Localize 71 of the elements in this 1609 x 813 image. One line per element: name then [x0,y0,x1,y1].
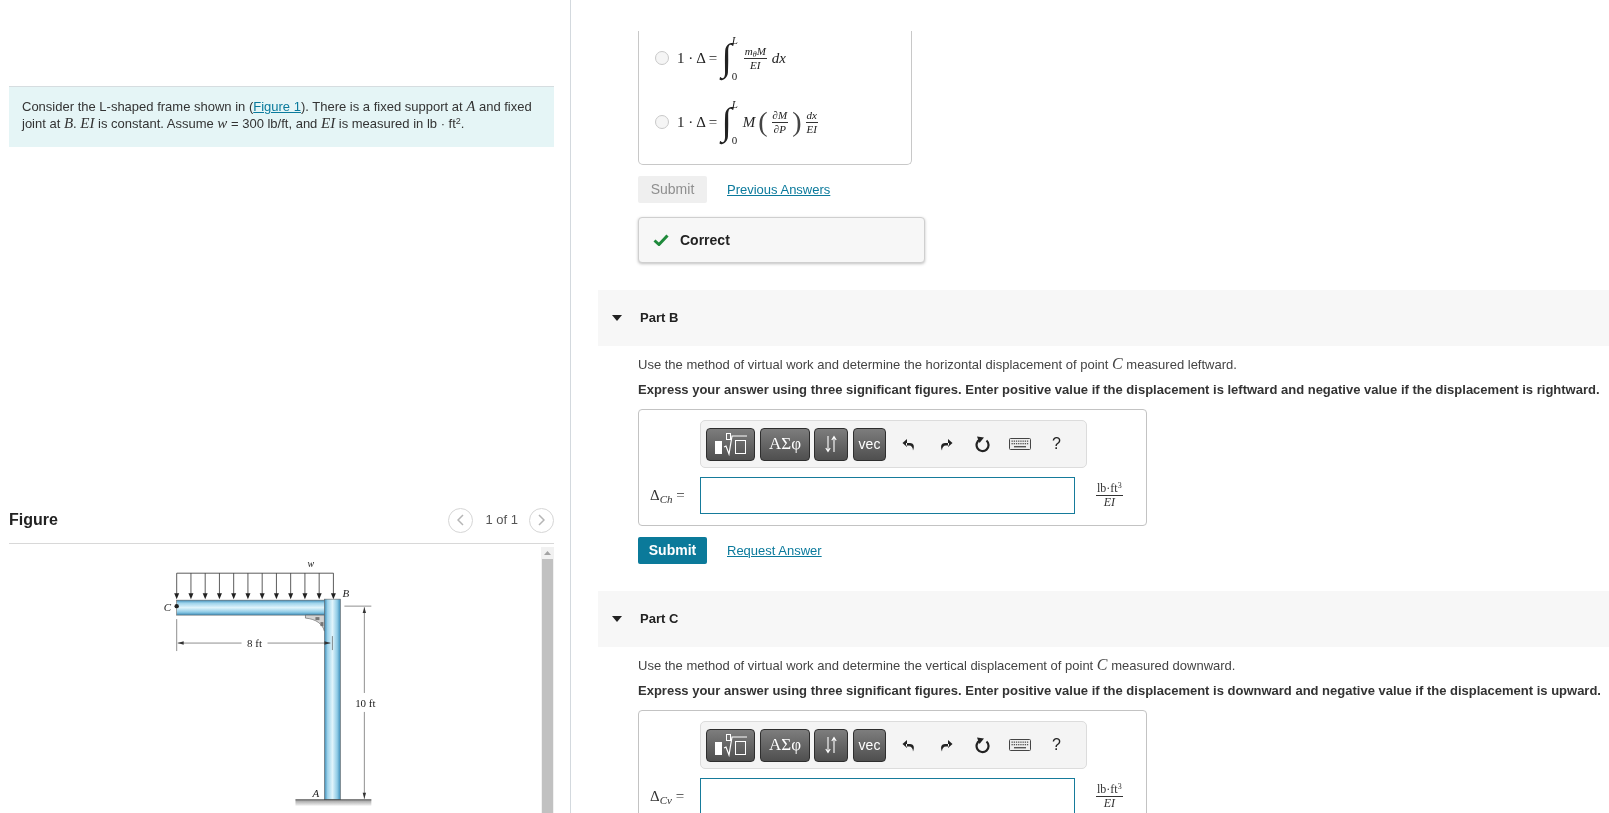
chevron-left-icon [457,514,465,526]
part-header[interactable]: Part C [598,591,1609,647]
fraction-root-template-icon [713,432,748,456]
answer-label: Δ$_{Ch}$ = [650,486,686,507]
undo-icon [901,437,916,451]
template-button[interactable] [706,728,755,762]
scrollbar-thumb[interactable] [542,559,553,813]
up-down-arrows-icon [825,435,837,453]
symbols-button[interactable]: ΑΣφ [760,728,810,762]
extension-line [344,605,372,607]
check-icon [653,234,669,246]
load-arrow [316,572,322,600]
answer-label: Δ$_{Cv}$ = [650,787,686,808]
redo-icon [938,437,953,451]
symbols-button[interactable]: ΑΣφ [760,427,810,461]
fraction-root-template-icon [713,733,748,757]
point-label: B [342,587,350,600]
template-button[interactable] [706,427,755,461]
answer-input[interactable] [700,477,1075,514]
answer-link[interactable]: Previous Answers [727,179,831,200]
reset-icon [974,736,991,754]
undo-icon [901,738,916,752]
connection-bracket [305,614,325,632]
arrows-button[interactable] [814,427,848,461]
point-label: C [163,601,172,614]
load-arrow [288,572,294,600]
problem-statement: Consider the L-shaped frame shown in (Figure 1). There is a fixed support at A and fixed joint at B. EI is constant. Assume w = 300 lb/ft, and EI is measured in lb · ft$^{2}$. [22,98,533,132]
keyboard-icon [1008,438,1031,450]
dimension-label: 8 ft [247,637,262,650]
question-prompt: Use the method of virtual work and determine the vertical displacement of point C measured downward. [638,656,1237,675]
answer-link[interactable]: Request Answer [727,540,822,561]
up-down-arrows-icon [825,736,837,754]
extension-line [176,618,177,652]
figure-heading: Figure [9,510,58,530]
load-arrow [330,572,336,600]
radio-button[interactable] [655,115,669,129]
triangle-up-icon [544,551,551,555]
load-arrow [174,572,180,600]
chevron-right-icon [538,514,545,526]
radio-button[interactable] [655,51,669,65]
help-button[interactable]: ? [1038,728,1075,762]
answer-instruction: Express your answer using three significant figures. Enter positive value if the displacement is leftward and negative value if the displacement is rightward. [638,381,1601,399]
load-arrow [302,572,308,600]
load-arrow [259,572,265,600]
reset-icon [974,435,991,453]
submit-button[interactable]: Submit [638,537,707,564]
vector-button[interactable]: vec [853,427,886,461]
units-label: lb·ft$^{3}$ EI [1096,783,1123,810]
point-label: A [312,786,320,799]
answer-input[interactable] [700,778,1075,813]
load-label: w [307,558,315,570]
load-arrow [273,572,279,600]
question-prompt: Use the method of virtual work and determine the horizontal displacement of point C measured leftward. [638,355,1238,374]
part-header[interactable]: Part B [598,290,1609,346]
point-marker-icon [174,603,179,609]
load-arrow [202,572,208,600]
figure-pager: 1 of 1 [485,511,518,530]
load-arrow [188,572,194,600]
dimension-label: 10 ft [355,696,376,709]
load-arrow [216,572,222,600]
help-button[interactable]: ? [1038,427,1075,461]
arrows-button[interactable] [814,728,848,762]
load-arrow [245,572,251,600]
feedback-text: Correct [680,230,730,250]
units-label: lb·ft$^{3}$ EI [1096,482,1123,509]
load-arrow [231,572,237,600]
answer-instruction: Express your answer using three significant figures. Enter positive value if the displacement is downward and negative value if the displacement is upward. [638,682,1602,700]
redo-icon [938,738,953,752]
figure-link[interactable]: Figure 1 [253,99,301,114]
keyboard-icon [1008,739,1031,751]
vector-button[interactable]: vec [853,728,886,762]
